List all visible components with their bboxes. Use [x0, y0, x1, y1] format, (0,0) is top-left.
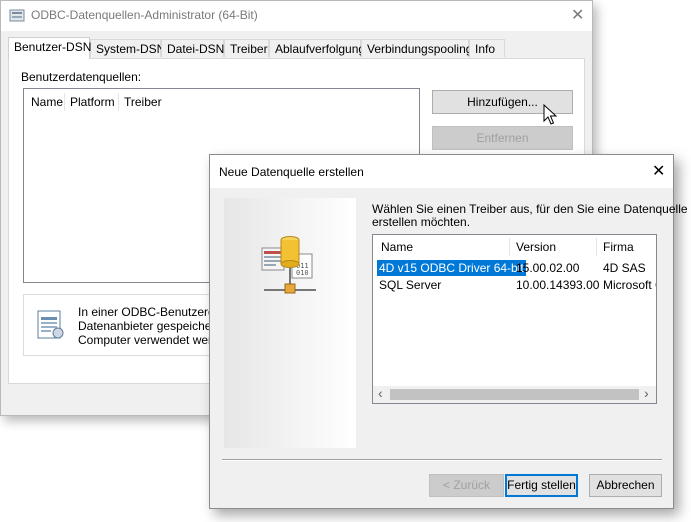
horizontal-scrollbar[interactable]: ‹ › — [373, 385, 656, 403]
driver-column-header-name[interactable]: Name — [381, 240, 413, 254]
remove-button[interactable]: Entfernen — [432, 126, 573, 150]
tab-label: Info — [475, 42, 496, 56]
tab-treiber[interactable]: Treiber — [224, 39, 269, 57]
user-data-sources-label: Benutzerdatenquellen: — [21, 70, 142, 84]
driver-company: 4D SAS — [603, 261, 646, 275]
tab-datei-dsn[interactable]: Datei-DSN — [161, 39, 224, 57]
dialog-title-bar[interactable]: Neue Datenquelle erstellen ✕ — [210, 155, 673, 188]
tab-label: Verbindungspooling — [367, 42, 473, 56]
wizard-image-panel: 011 010 — [224, 198, 356, 448]
info-text-line: Computer verwendet werder — [78, 333, 230, 347]
back-button[interactable]: < Zurück — [429, 474, 504, 497]
tab-label: Treiber — [230, 42, 268, 56]
instruction-text-line2: erstellen möchten. — [372, 215, 471, 229]
column-divider[interactable] — [596, 238, 597, 256]
driver-name: SQL Server — [379, 278, 442, 292]
tab-label: Datei-DSN — [167, 42, 225, 56]
column-header-treiber[interactable]: Treiber — [124, 95, 162, 109]
column-header-name[interactable]: Name — [31, 95, 63, 109]
tab-verbindungspooling[interactable]: Verbindungspooling — [361, 39, 473, 57]
column-header-platform[interactable]: Platform — [70, 95, 115, 109]
main-window-title: ODBC-Datenquellen-Administrator (64-Bit) — [31, 8, 258, 22]
driver-version: 10.00.14393.00 — [516, 278, 600, 292]
main-title-bar[interactable]: ODBC-Datenquellen-Administrator (64-Bit)… — [1, 1, 592, 31]
dialog-separator — [222, 459, 662, 460]
instruction-text-line1: Wählen Sie einen Treiber aus, für den Si… — [372, 202, 688, 216]
main-close-icon[interactable]: ✕ — [571, 8, 584, 24]
scroll-left-icon[interactable]: ‹ — [378, 385, 383, 401]
column-divider[interactable] — [118, 93, 119, 111]
driver-company: Microsoft C — [603, 278, 656, 292]
tab-system-dsn[interactable]: System-DSN — [90, 39, 165, 57]
scroll-right-icon[interactable]: › — [644, 385, 649, 401]
mouse-cursor-icon — [543, 104, 557, 125]
driver-list[interactable]: Name Version Firma 4D v15 ODBC Driver 64… — [372, 234, 657, 404]
tab-info[interactable]: Info — [469, 39, 505, 57]
data-source-info-icon — [37, 310, 64, 339]
column-divider[interactable] — [509, 238, 510, 256]
column-divider[interactable] — [64, 93, 65, 111]
svg-text:010: 010 — [296, 269, 309, 277]
tab-ablaufverfolgung[interactable]: Ablaufverfolgung — [269, 39, 365, 57]
finish-button[interactable]: Fertig stellen — [505, 474, 578, 497]
tab-benutzer-dsn[interactable]: Benutzer-DSN — [8, 37, 92, 59]
odbc-app-icon — [9, 9, 25, 22]
tab-label: Ablaufverfolgung — [275, 42, 366, 56]
tab-label: Benutzer-DSN — [14, 40, 92, 54]
dialog-title: Neue Datenquelle erstellen — [219, 165, 364, 179]
driver-column-header-version[interactable]: Version — [516, 240, 556, 254]
driver-column-header-firma[interactable]: Firma — [603, 240, 634, 254]
driver-row[interactable]: SQL Server 10.00.14393.00 Microsoft C — [373, 277, 656, 294]
tab-label: System-DSN — [96, 42, 166, 56]
new-data-source-dialog: Neue Datenquelle erstellen ✕ 011 010 Wäh… — [209, 154, 688, 509]
driver-version: 15.00.02.00 — [516, 261, 580, 275]
cancel-button[interactable]: Abbrechen — [589, 474, 662, 497]
database-wizard-icon: 011 010 — [261, 236, 316, 294]
driver-name: 4D v15 ODBC Driver 64-bit — [377, 260, 526, 276]
scrollbar-thumb[interactable] — [390, 389, 639, 400]
dialog-close-icon[interactable]: ✕ — [652, 164, 665, 180]
driver-row[interactable]: 4D v15 ODBC Driver 64-bit 15.00.02.00 4D… — [373, 260, 656, 277]
